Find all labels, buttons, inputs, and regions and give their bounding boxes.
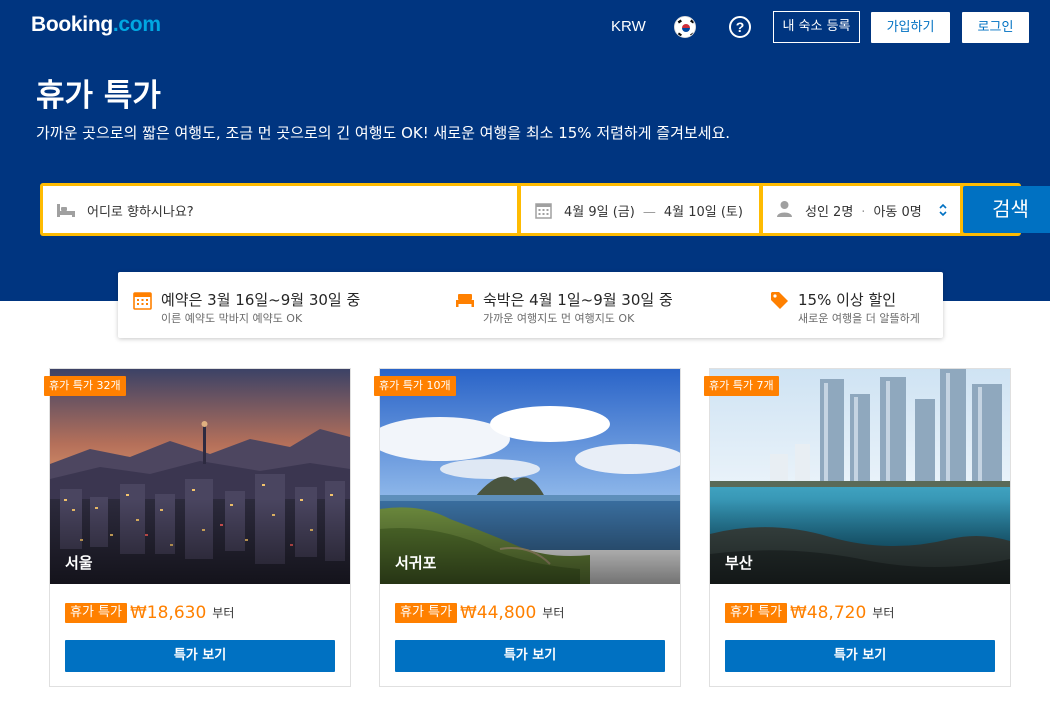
price-from-label: 부터 [872,606,895,620]
currency-selector[interactable]: KRW [611,18,646,35]
list-property-button[interactable]: 내 숙소 등록 [773,11,860,43]
deal-card-seoul[interactable]: 서울 휴가 특가 32개 휴가 특가 ₩18,630 부터 특가 보기 [44,368,351,687]
korea-flag-icon[interactable] [674,16,696,38]
adults-count: 성인 2명 [805,205,854,220]
deal-count-badge: 휴가 특가 7개 [704,376,779,396]
city-name: 서귀포 [395,554,437,572]
bed-icon [57,204,75,217]
person-icon [777,201,792,217]
price-row: 휴가 특가 ₩44,800 부터 [395,602,564,624]
benefit-description: 이른 예약도 막바지 예약도 OK [161,312,303,325]
view-deals-button[interactable]: 특가 보기 [65,640,335,672]
benefits-panel: 예약은 3월 16일~9월 30일 중 이른 예약도 막바지 예약도 OK 숙박… [118,272,943,338]
image-overlay [50,499,350,584]
children-count: 아동 0명 [873,205,922,220]
price-value: ₩44,800 [459,602,537,623]
chevron-updown-icon[interactable] [938,203,948,217]
search-bar: 어디로 향하시나요? 4월 9일 (금) — 4월 10일 (토) 성인 2명 · 아동… [40,183,1050,236]
benefit-title: 숙박은 4월 1일~9월 30일 중 [483,291,673,309]
price-row: 휴가 특가 ₩48,720 부터 [725,602,894,624]
benefit-description: 가까운 여행지도 먼 여행지도 OK [483,312,635,325]
checkin-date[interactable]: 4월 9일 (금) [564,205,635,220]
view-deals-button[interactable]: 특가 보기 [725,640,995,672]
deal-tag: 휴가 특가 [65,602,127,623]
booking-logo[interactable]: Booking.com [31,13,161,37]
help-icon[interactable]: ? [729,16,751,38]
busan-waterfront-photo[interactable]: 부산 [710,369,1010,584]
view-deals-button[interactable]: 특가 보기 [395,640,665,672]
calendar-icon [133,292,152,310]
benefit-title: 15% 이상 할인 [798,291,897,309]
price-value: ₩48,720 [789,602,867,623]
page-title: 휴가 특가 [36,78,161,114]
calendar-icon [535,203,552,219]
guests-field[interactable]: 성인 2명 · 아동 0명 [763,186,960,233]
login-button[interactable]: 로그인 [962,12,1029,43]
city-name: 서울 [65,554,93,572]
checkout-date[interactable]: 4월 10일 (토) [664,205,743,220]
deal-count-badge: 휴가 특가 32개 [44,376,126,396]
deal-tag: 휴가 특가 [725,602,787,623]
bed-icon [456,294,474,307]
seoul-skyline-photo[interactable]: 서울 [50,369,350,584]
signup-button[interactable]: 가입하기 [871,12,950,43]
benefit-title: 예약은 3월 16일~9월 30일 중 [161,291,361,309]
price-from-label: 부터 [542,606,565,620]
deal-card-seogwipo[interactable]: 서귀포 휴가 특가 10개 휴가 특가 ₩44,800 부터 특가 보기 [374,368,681,687]
top-navigation: Booking.com KRW ? 내 숙소 등록 가입하기 로그인 [0,0,1050,56]
guest-separator: · [861,205,866,220]
deal-tag: 휴가 특가 [395,602,457,623]
benefit-description: 새로운 여행을 더 알뜰하게 [798,312,920,325]
price-from-label: 부터 [212,606,235,620]
seogwipo-coast-photo[interactable]: 서귀포 [380,369,680,584]
destination-input[interactable]: 어디로 향하시나요? [87,201,194,220]
date-separator: — [642,205,656,220]
date-picker-field[interactable]: 4월 9일 (금) — 4월 10일 (토) [521,186,759,233]
search-button[interactable]: 검색 [963,186,1050,233]
destination-field[interactable]: 어디로 향하시나요? [43,186,517,233]
price-row: 휴가 특가 ₩18,630 부터 [65,602,234,624]
deal-card-busan[interactable]: 부산 휴가 특가 7개 휴가 특가 ₩48,720 부터 특가 보기 [704,368,1011,687]
price-tag-icon [771,292,788,309]
price-value: ₩18,630 [129,602,207,623]
deal-count-badge: 휴가 특가 10개 [374,376,456,396]
city-name: 부산 [725,554,753,572]
image-overlay [710,499,1010,584]
page-subtitle: 가까운 곳으로의 짧은 여행도, 조금 먼 곳으로의 긴 여행도 OK! 새로운… [36,124,731,142]
